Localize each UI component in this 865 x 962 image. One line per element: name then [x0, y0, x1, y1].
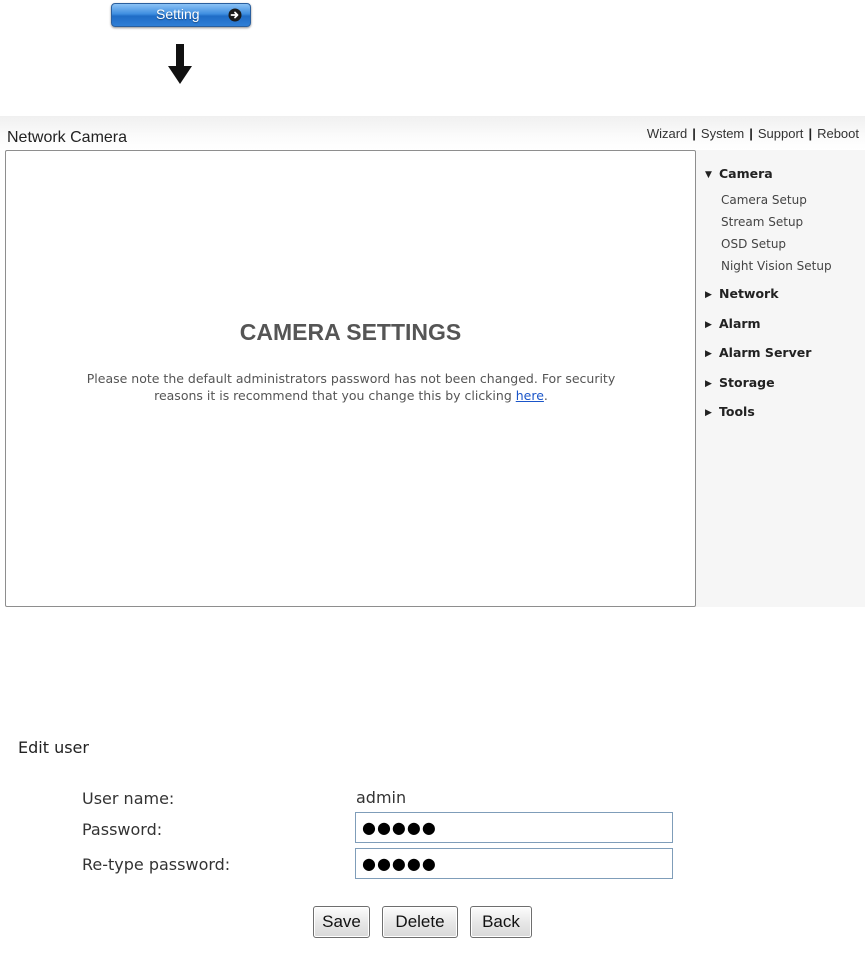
triangle-right-icon: ▶	[705, 290, 712, 300]
sidebar-item-night-vision-setup[interactable]: Night Vision Setup	[721, 259, 832, 273]
camera-web-ui: Network Camera Wizard | System | Support…	[0, 116, 865, 611]
sidebar-section-storage[interactable]: ▶ Storage	[705, 375, 775, 390]
change-password-link[interactable]: here	[516, 388, 544, 403]
setting-button-label: Setting	[156, 6, 200, 22]
arrow-right-circle-icon	[228, 8, 242, 22]
back-button[interactable]: Back	[470, 906, 532, 938]
top-bar: Network Camera Wizard | System | Support…	[0, 116, 865, 150]
triangle-right-icon: ▶	[705, 379, 712, 389]
notice-line-2: reasons it is recommend that you change …	[154, 388, 516, 403]
nav-support-link[interactable]: Support	[758, 126, 804, 141]
sidebar-section-camera[interactable]: ▼ Camera	[705, 166, 773, 181]
password-label: Password:	[82, 820, 163, 839]
nav-system-link[interactable]: System	[701, 126, 744, 141]
triangle-right-icon: ▶	[705, 320, 712, 330]
sidebar-section-tools[interactable]: ▶ Tools	[705, 404, 755, 419]
nav-wizard-link[interactable]: Wizard	[647, 126, 687, 141]
sidebar-item-osd-setup[interactable]: OSD Setup	[721, 237, 786, 251]
sidebar-section-label: Network	[719, 286, 779, 301]
retype-password-label: Re-type password:	[82, 855, 231, 874]
sidebar-section-label: Alarm	[719, 316, 761, 331]
main-content-panel: CAMERA SETTINGS Please note the default …	[5, 150, 696, 607]
nav-separator: |	[808, 126, 813, 141]
sidebar-item-camera-setup[interactable]: Camera Setup	[721, 193, 807, 207]
username-value: admin	[356, 788, 407, 807]
page-heading: CAMERA SETTINGS	[239, 319, 462, 345]
sidebar-section-network[interactable]: ▶ Network	[705, 286, 779, 301]
triangle-right-icon: ▶	[705, 408, 712, 418]
sidebar-section-alarm[interactable]: ▶ Alarm	[705, 316, 761, 331]
top-nav: Wizard | System | Support | Reboot	[647, 126, 859, 141]
delete-button[interactable]: Delete	[382, 906, 458, 938]
notice-suffix: .	[543, 388, 548, 403]
notice-line-1: Please note the default administrators p…	[86, 371, 616, 386]
nav-separator: |	[692, 126, 696, 141]
arrow-down-icon	[168, 44, 192, 84]
username-label: User name:	[82, 789, 175, 808]
retype-password-field[interactable]	[355, 848, 673, 879]
sidebar-item-stream-setup[interactable]: Stream Setup	[721, 215, 803, 229]
save-button[interactable]: Save	[313, 906, 370, 938]
sidebar-section-label: Alarm Server	[719, 345, 812, 360]
nav-reboot-link[interactable]: Reboot	[817, 126, 859, 141]
edit-user-title: Edit user	[18, 738, 89, 757]
sidebar: ▼ Camera Camera Setup Stream Setup OSD Se…	[696, 150, 865, 607]
sidebar-section-label: Camera	[719, 166, 773, 181]
password-notice: Please note the default administrators p…	[26, 370, 676, 404]
app-title: Network Camera	[7, 129, 128, 146]
sidebar-section-alarm-server[interactable]: ▶ Alarm Server	[705, 345, 811, 360]
sidebar-section-label: Tools	[719, 404, 755, 419]
sidebar-section-label: Storage	[719, 375, 775, 390]
password-field[interactable]	[355, 812, 673, 843]
triangle-down-icon: ▼	[705, 170, 712, 180]
nav-separator: |	[749, 126, 753, 141]
triangle-right-icon: ▶	[705, 349, 712, 359]
setting-button[interactable]: Setting	[111, 3, 251, 27]
